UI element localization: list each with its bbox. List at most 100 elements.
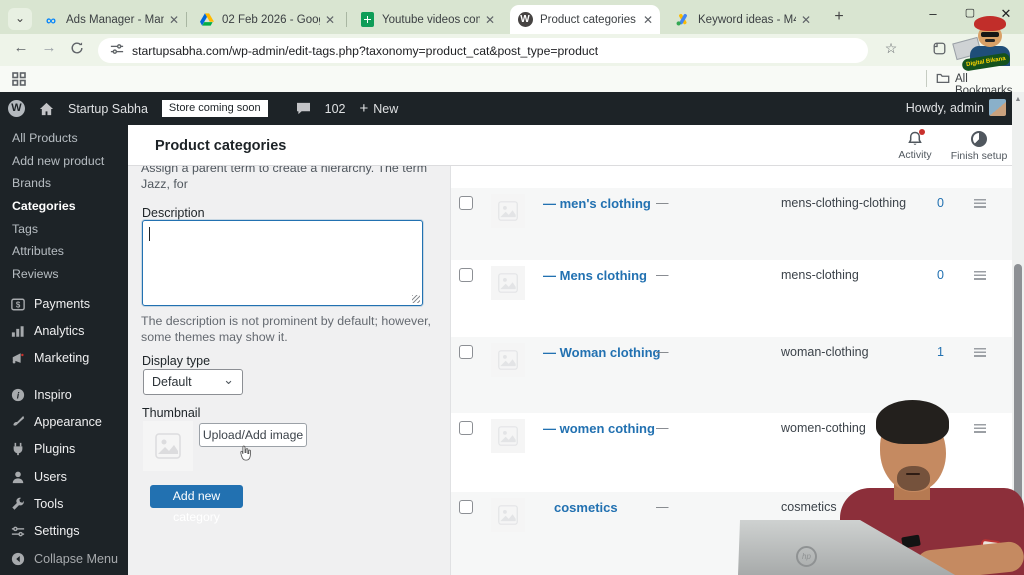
display-type-select[interactable]: Default ⌄ [143,369,243,395]
sidebar-item-analytics[interactable]: Analytics [0,318,128,344]
new-content-menu[interactable]: New [373,102,398,116]
category-count-link[interactable]: 0 [926,268,944,282]
row-menu-icon[interactable] [974,348,986,357]
sidebar-item-marketing[interactable]: Marketing [0,345,128,371]
presenter-mouth [906,473,920,475]
browser-tab-strip: ⌄ ∞ Ads Manager - Manage ✕ 02 Feb 2026 -… [0,0,1024,34]
hp-logo: hp [796,546,817,567]
payments-icon: $ [10,298,25,311]
back-icon[interactable]: ← [10,39,32,56]
row-checkbox[interactable] [459,421,473,435]
browser-tab-youtube-sheet[interactable]: Youtube videos complet ✕ [352,5,502,34]
resize-grip[interactable] [412,295,420,303]
sidebar-item-label: Plugins [34,442,75,456]
sidebar-item-payments[interactable]: $ Payments [0,291,128,317]
sidebar-item-attributes[interactable]: Attributes [12,244,64,258]
category-name-link[interactable]: — Mens clothing [543,268,647,283]
reload-icon[interactable] [66,41,88,59]
plus-icon[interactable]: + [360,100,369,117]
parent-help-line1: Assign a parent term to create a hierarc… [141,166,443,192]
sidebar-item-label: Collapse Menu [34,552,118,566]
sidebar-item-inspiro[interactable]: i Inspiro [0,382,128,408]
collapse-icon [10,552,25,566]
row-checkbox[interactable] [459,500,473,514]
tab-separator [186,12,187,27]
category-name-link[interactable]: cosmetics [554,500,618,515]
sidebar-item-label: Analytics [34,324,84,338]
add-new-category-button[interactable]: Add new category [150,485,243,508]
category-count-link[interactable]: 0 [926,196,944,210]
plugins-icon [10,442,25,456]
browser-tab-product-categories[interactable]: W Product categories ‹ Star ✕ [510,5,660,34]
sidebar-item-tags[interactable]: Tags [12,222,38,236]
category-slug: woman-clothing [781,345,869,359]
sidebar-item-reviews[interactable]: Reviews [12,267,58,281]
category-description: — [656,268,669,282]
sidebar-item-settings[interactable]: Settings [0,518,128,544]
admin-avatar[interactable] [989,99,1006,116]
site-info-icon[interactable] [110,42,124,59]
url-bar[interactable]: startupsabha.com/wp-admin/edit-tags.php?… [98,38,868,63]
url-text[interactable]: startupsabha.com/wp-admin/edit-tags.php?… [132,44,598,58]
notification-dot [919,129,925,135]
wp-logo-icon[interactable]: W [8,100,25,117]
site-name-menu[interactable]: Startup Sabha [68,102,148,116]
home-icon[interactable] [39,102,54,116]
sidebar-item-users[interactable]: Users [0,464,128,490]
row-checkbox[interactable] [459,345,473,359]
sidebar-collapse-menu[interactable]: Collapse Menu [0,546,128,572]
tab-search-icon[interactable]: ⌄ [8,8,32,30]
comment-count[interactable]: 102 [325,102,346,116]
sidebar-item-label: Payments [34,297,90,311]
sidebar-item-add-new-product[interactable]: Add new product [12,154,104,168]
tab-close-icon[interactable]: ✕ [169,13,179,27]
finish-setup-button[interactable]: Finish setup [946,131,1012,162]
scroll-up-icon[interactable]: ▲ [1012,96,1024,103]
apps-grid-icon[interactable] [12,72,26,89]
category-name-link[interactable]: — Woman clothing [543,345,660,360]
text-caret [149,227,150,241]
sidebar-item-appearance[interactable]: Appearance [0,409,128,435]
tab-close-icon[interactable]: ✕ [801,13,811,27]
sidebar-item-plugins[interactable]: Plugins [0,436,128,462]
side-panel-icon[interactable] [928,42,950,59]
sidebar-item-tools[interactable]: Tools [0,491,128,517]
minimize-window-button[interactable]: – [922,6,944,21]
tab-close-icon[interactable]: ✕ [643,13,653,27]
comments-icon[interactable] [296,102,311,115]
bookmark-star-icon[interactable]: ☆ [880,40,902,57]
sidebar-item-categories[interactable]: Categories [12,199,76,213]
forward-icon[interactable]: → [38,39,60,56]
table-row: — men's clothing — mens-clothing-clothin… [451,188,1013,260]
tab-close-icon[interactable]: ✕ [325,13,335,27]
howdy-admin-menu[interactable]: Howdy, admin [906,101,984,115]
description-textarea[interactable] [142,220,423,306]
mascot-sunglasses [981,32,999,37]
category-description: — [656,500,669,514]
upload-add-image-button[interactable]: Upload/Add image [199,423,307,447]
activity-button[interactable]: Activity [885,131,945,161]
sidebar-item-brands[interactable]: Brands [12,176,51,190]
tab-title: Keyword ideas - M4B Bh [698,14,796,26]
category-name-link[interactable]: — men's clothing [543,196,651,211]
browser-tab-ads-manager[interactable]: ∞ Ads Manager - Manage ✕ [36,5,186,34]
tab-close-icon[interactable]: ✕ [485,13,495,27]
sidebar-item-all-products[interactable]: All Products [12,131,78,145]
sidebar-item-label: Appearance [34,415,102,429]
browser-tab-google-drive[interactable]: 02 Feb 2026 - Google Dr ✕ [192,5,342,34]
category-count-link[interactable]: 1 [926,345,944,359]
row-checkbox[interactable] [459,268,473,282]
bookmarks-bar: All Bookmarks [0,66,1024,92]
display-type-label: Display type [142,354,210,368]
bookmarks-divider [926,70,927,87]
thumbnail-label: Thumbnail [142,406,200,420]
inspiro-icon: i [10,388,25,402]
row-checkbox[interactable] [459,196,473,210]
row-menu-icon[interactable] [974,199,986,208]
new-tab-button[interactable]: + [828,8,850,26]
category-name-link[interactable]: — women cothing [543,421,655,436]
browser-tab-keyword-ideas[interactable]: Keyword ideas - M4B Bh ✕ [668,5,818,34]
row-menu-icon[interactable] [974,271,986,280]
sidebar-item-label: Settings [34,524,80,538]
profile-avatar[interactable]: Digital Bikana [952,16,1014,74]
